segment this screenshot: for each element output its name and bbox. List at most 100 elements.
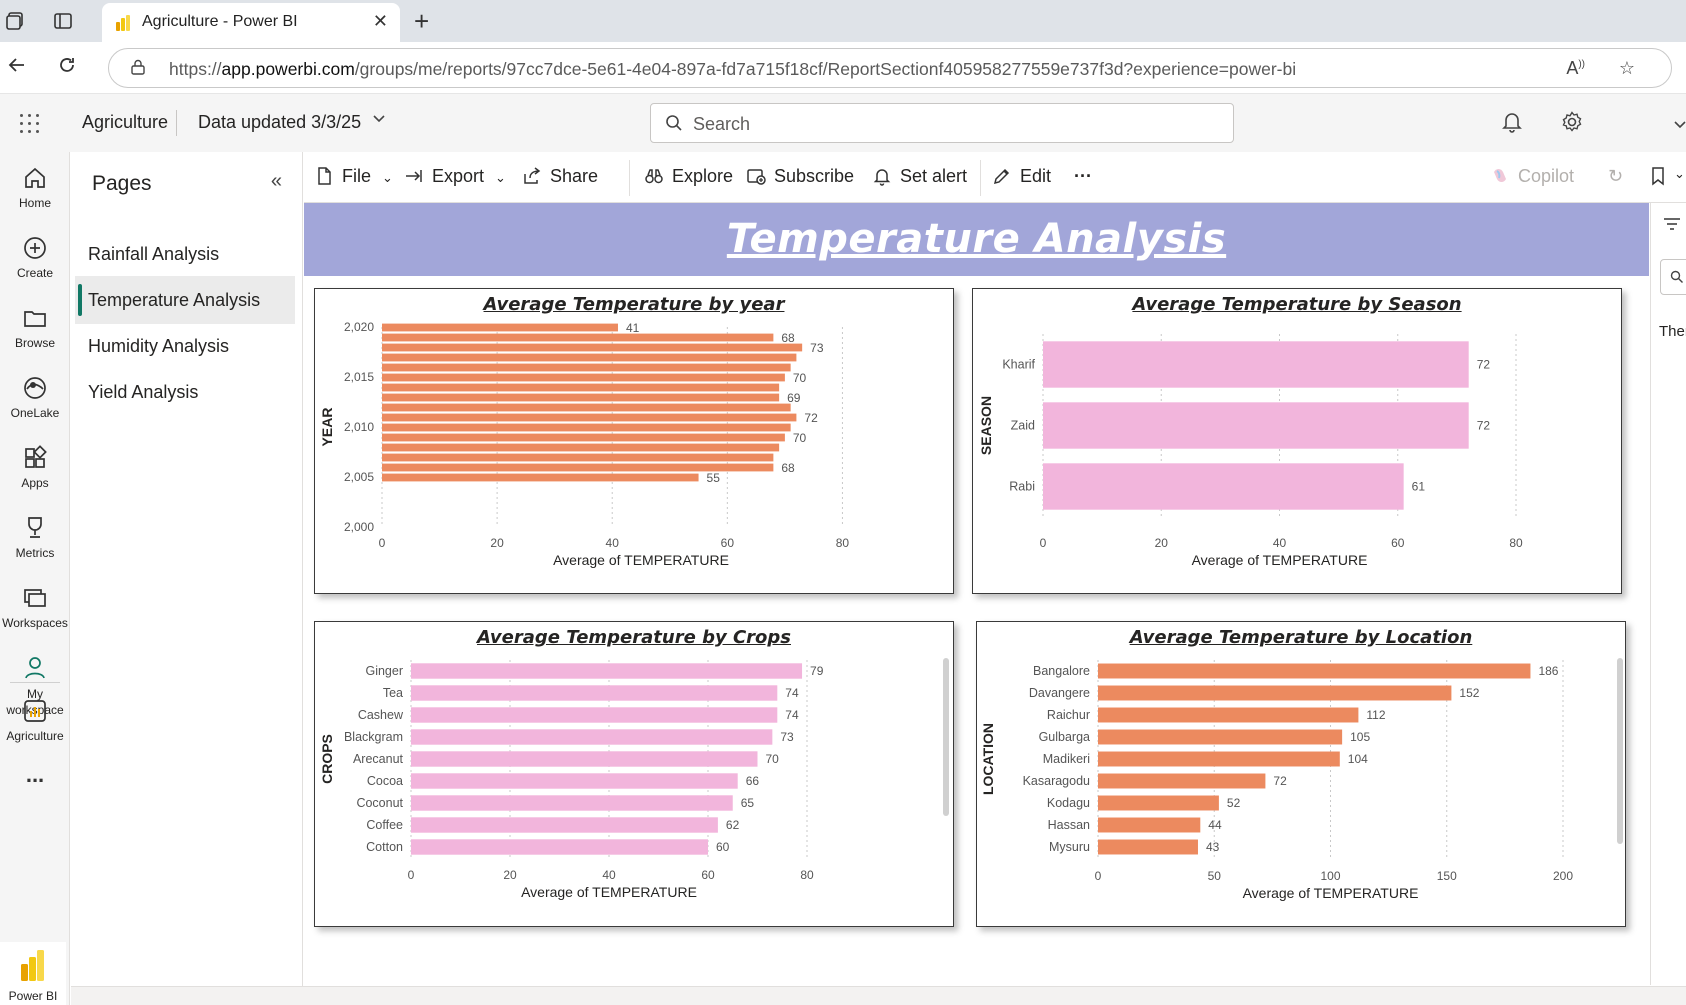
nav-more-icon[interactable]: ... [0,762,70,788]
bookmark-chevron-icon[interactable]: ⌄ [1674,166,1685,182]
download-arrow-icon[interactable] [1672,110,1686,134]
filter-search-input[interactable] [1660,259,1686,295]
bar [382,323,618,332]
close-tab-icon[interactable]: ✕ [373,11,388,32]
file-menu-button[interactable]: File ⌄ [314,166,393,187]
bar [382,453,774,462]
bar [1098,663,1531,679]
share-icon [524,167,541,184]
header-divider [176,110,177,136]
metrics-icon [28,517,42,538]
bar [411,773,738,789]
set-alert-button[interactable]: Set alert [872,166,967,187]
x-tick-label: 0 [408,868,415,882]
more-options-button[interactable]: ··· [1074,166,1092,187]
chart-crops-scrollbar[interactable] [943,658,949,816]
nav-onelake-label: OneLake [10,406,60,420]
data-label: 52 [1227,796,1241,810]
back-icon[interactable] [6,54,28,82]
data-label: 74 [785,708,799,722]
chart-temperature-by-crops[interactable]: 0 20 40 60 80 Average of TEMPERATURE CROPS Ging… [314,621,954,927]
chart-location-scrollbar[interactable] [1617,658,1623,844]
nav-browse-label: Browse [14,336,55,350]
x-tick-label: 60 [1391,536,1405,550]
report-canvas: Temperature Analysis 0 20 40 60 80 Average of… [304,203,1649,985]
chart-temperature-by-location[interactable]: 0 50 100 150 200 Average of TEMPERATURE LOCATI… [976,621,1626,927]
apps-icon [25,445,47,468]
refresh-icon[interactable] [56,54,78,82]
chart-temperature-by-year[interactable]: 0 20 40 60 80 Average of TEMPERATURE 2,000 2,00… [314,288,954,594]
powerbi-header: Agriculture Data updated 3/3/25 Search [0,94,1686,152]
page-yield-analysis[interactable]: Yield Analysis [75,368,295,416]
file-icon [318,167,331,185]
nav-divider [10,682,60,683]
workspace-name[interactable]: Agriculture [82,112,168,133]
report-toolbar: File ⌄ Export ⌄ Share Explore Subscribe … [304,152,1686,203]
category-label: Gulbarga [1039,730,1090,744]
favorite-star-icon[interactable]: ☆ [1619,58,1635,79]
chart-season-svg: 0 20 40 60 80 Average of TEMPERATURE SEASON Kha… [978,334,1523,568]
copilot-label: Copilot [1518,166,1575,186]
tab-actions-icon[interactable] [52,10,74,32]
nav-create[interactable]: Create [0,234,70,280]
filters-pane-text: Ther [1659,323,1686,340]
edit-button[interactable]: Edit [992,166,1051,187]
search-icon [666,115,682,131]
explore-binoculars-icon [645,169,663,184]
lock-icon[interactable] [131,59,145,75]
app-launcher-icon[interactable] [20,114,40,134]
bar [382,423,791,432]
read-aloud-icon[interactable]: A)) [1566,58,1585,79]
y-tick-label: 2,000 [344,520,374,534]
x-tick-label: 40 [606,536,620,550]
category-label: Kharif [1002,358,1035,372]
browser-tab-active[interactable]: Agriculture - Power BI ✕ [102,3,400,42]
onelake-icon [24,377,46,399]
filter-icon[interactable] [1663,217,1681,231]
explore-button[interactable]: Explore [644,166,733,187]
category-label: Bangalore [1033,664,1090,678]
bar [382,473,699,482]
chart-temperature-by-season[interactable]: 0 20 40 60 80 Average of TEMPERATURE SEASON Kha… [972,288,1622,594]
y-tick-label: 2,020 [344,320,374,334]
chevron-down-icon[interactable] [372,111,386,130]
nav-onelake[interactable]: OneLake [0,374,70,420]
nav-agriculture-report[interactable]: Agriculture [0,697,70,743]
category-label: Kasaragodu [1023,774,1090,788]
refresh-visuals-icon[interactable]: ↻ [1608,166,1623,187]
nav-metrics-label: Metrics [15,546,55,560]
data-updated-label[interactable]: Data updated 3/3/25 [198,112,361,133]
x-tick-label: 80 [836,536,850,550]
new-tab-icon[interactable]: + [414,6,429,37]
data-label: 104 [1348,752,1368,766]
copilot-button[interactable]: Copilot [1490,166,1574,187]
page-rainfall-analysis[interactable]: Rainfall Analysis [75,230,295,278]
page-temperature-analysis[interactable]: Temperature Analysis [75,276,295,324]
bar [382,343,803,352]
powerbi-brand[interactable]: Power BI [0,942,66,1005]
bookmark-icon[interactable] [1650,166,1666,191]
nav-home[interactable]: Home [0,164,70,210]
share-button[interactable]: Share [522,166,598,187]
category-label: Davangere [1029,686,1090,700]
export-menu-button[interactable]: Export ⌄ [404,166,506,187]
notifications-bell-icon[interactable] [1500,110,1524,134]
powerbi-brand-label: Power BI [8,989,58,1003]
subscribe-button[interactable]: Subscribe [746,166,854,187]
data-label: 72 [804,411,818,425]
nav-workspaces[interactable]: Workspaces [0,584,70,630]
url-field[interactable]: https://app.powerbi.com/groups/me/report… [108,48,1672,88]
bar [1098,773,1266,789]
search-input[interactable]: Search [650,103,1234,143]
nav-create-label: Create [16,266,54,280]
bar [382,403,791,412]
page-humidity-analysis[interactable]: Humidity Analysis [75,322,295,370]
nav-metrics[interactable]: Metrics [0,514,70,560]
collapse-pages-icon[interactable]: « [271,170,282,193]
powerbi-logo-icon [21,950,44,981]
workspaces-tab-icon[interactable] [4,10,26,32]
nav-browse[interactable]: Browse [0,304,70,350]
x-tick-label: 0 [1040,536,1047,550]
nav-apps[interactable]: Apps [0,444,70,490]
settings-gear-icon[interactable] [1560,110,1584,134]
